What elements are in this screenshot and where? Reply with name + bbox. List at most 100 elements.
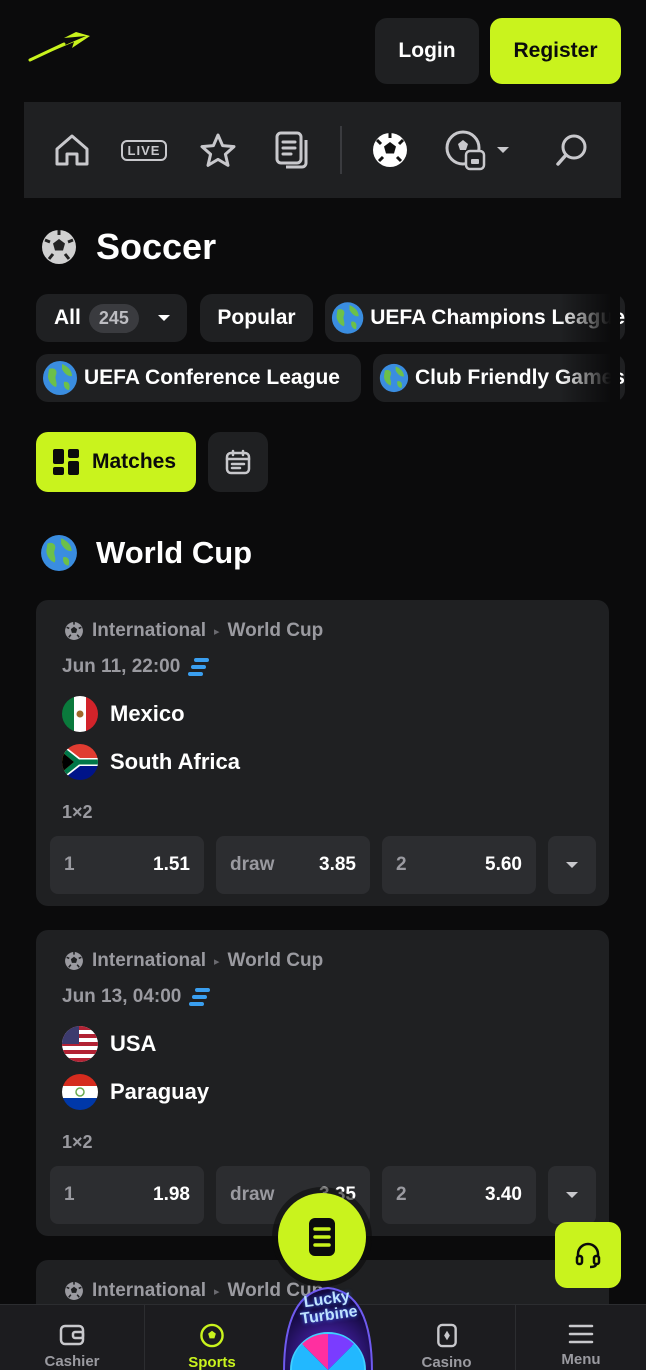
odd-label: 2 <box>396 1184 407 1205</box>
south-africa-flag-icon <box>62 744 98 780</box>
home-team-name: USA <box>110 1031 157 1056</box>
sport-title-row: Soccer <box>40 224 216 270</box>
bottom-nav-label: Casino <box>421 1354 472 1370</box>
paraguay-flag-icon <box>62 1074 98 1110</box>
league-label: UEFA Conference League <box>84 366 340 389</box>
calendar-icon <box>225 449 251 475</box>
bottom-nav-casino[interactable]: Casino <box>378 1305 515 1370</box>
bottom-nav-label: Cashier <box>44 1353 100 1370</box>
competition-header: World Cup <box>40 530 252 576</box>
chevron-down-icon <box>157 315 170 321</box>
sports-nav-bar: LIVE <box>24 102 621 198</box>
betslip-fab-button[interactable] <box>278 1193 366 1281</box>
bottom-nav-label: Menu <box>561 1351 601 1368</box>
header: Login Register <box>0 0 646 102</box>
bottom-nav-sports[interactable]: Sports <box>145 1305 279 1370</box>
stats-icon <box>188 658 210 676</box>
chevron-down-icon <box>566 862 578 868</box>
star-icon[interactable] <box>198 130 238 170</box>
home-icon[interactable] <box>52 130 92 170</box>
soccer-ball-icon <box>65 1282 83 1300</box>
odd-button-home[interactable]: 1 1.98 <box>50 1166 204 1224</box>
home-team-name: Mexico <box>110 701 185 726</box>
match-date: Jun 13, 04:00 <box>62 986 211 1008</box>
live-badge-text: LIVE <box>120 139 168 161</box>
dashboard-icon <box>53 449 79 475</box>
home-team: Mexico <box>62 696 185 732</box>
mexico-flag-icon <box>62 696 98 732</box>
odd-button-away[interactable]: 2 3.40 <box>382 1166 536 1224</box>
breadcrumb-separator-icon: ▸ <box>214 955 220 968</box>
soccer-ball-icon <box>65 622 83 640</box>
filter-all-label: All <box>54 306 81 329</box>
breadcrumb-region: International <box>92 950 207 971</box>
filter-all-chip[interactable]: All 245 <box>36 294 187 342</box>
odd-button-away[interactable]: 2 5.60 <box>382 836 536 894</box>
odd-label: 1 <box>64 1184 75 1205</box>
soccer-ball-icon <box>65 952 83 970</box>
match-card[interactable]: International ▸ World Cup Jun 11, 22:00 … <box>36 600 609 906</box>
stats-icon <box>189 988 211 1006</box>
globe-icon <box>331 302 364 334</box>
usa-flag-icon <box>62 1026 98 1062</box>
nav-divider <box>340 126 342 174</box>
betslip-icon <box>309 1218 335 1256</box>
filter-all-count: 245 <box>88 303 139 333</box>
bottom-nav-menu[interactable]: Menu <box>516 1305 646 1370</box>
chips-fade-overlay <box>560 290 620 410</box>
login-button[interactable]: Login <box>375 18 479 84</box>
match-datetime: Jun 13, 04:00 <box>62 986 182 1007</box>
competition-title: World Cup <box>96 535 253 570</box>
match-datetime: Jun 11, 22:00 <box>62 656 181 677</box>
brand-logo[interactable] <box>24 30 90 66</box>
away-team-name: Paraguay <box>110 1079 210 1104</box>
breadcrumb: International ▸ World Cup <box>64 950 323 972</box>
wallet-icon <box>59 1324 85 1346</box>
odd-value: 1.51 <box>153 854 190 875</box>
breadcrumb-league: World Cup <box>227 620 324 641</box>
odd-button-home[interactable]: 1 1.51 <box>50 836 204 894</box>
search-icon[interactable] <box>552 130 592 170</box>
odd-label: draw <box>230 1184 275 1205</box>
calendar-view-button[interactable] <box>208 432 268 492</box>
breadcrumb-region: International <box>92 620 207 641</box>
odd-label: 2 <box>396 854 407 875</box>
away-team: Paraguay <box>62 1074 209 1110</box>
filter-popular-chip[interactable]: Popular <box>200 294 313 342</box>
breadcrumb-league: World Cup <box>227 950 324 971</box>
soccer-ball-icon <box>42 230 76 264</box>
betslip-icon[interactable] <box>272 130 312 170</box>
filter-league-chip[interactable]: UEFA Conference League <box>36 354 361 402</box>
match-card[interactable]: International ▸ World Cup Jun 13, 04:00 … <box>36 930 609 1236</box>
hamburger-menu-icon <box>568 1324 594 1344</box>
away-team-name: South Africa <box>110 749 240 774</box>
page-title: Soccer <box>96 226 217 267</box>
filter-popular-label: Popular <box>217 306 296 329</box>
odd-value: 1.98 <box>153 1184 190 1205</box>
globe-icon <box>379 363 409 393</box>
breadcrumb-region: International <box>92 1280 207 1301</box>
odd-button-draw[interactable]: draw 3.85 <box>216 836 370 894</box>
odd-value: 3.85 <box>319 854 356 875</box>
matches-view-button[interactable]: Matches <box>36 432 196 492</box>
sports-ball-icon <box>200 1323 224 1348</box>
breadcrumb-separator-icon: ▸ <box>214 1285 220 1298</box>
casino-card-icon <box>436 1323 457 1348</box>
bottom-nav-label: Sports <box>188 1354 236 1370</box>
home-team: USA <box>62 1026 156 1062</box>
match-date: Jun 11, 22:00 <box>62 656 210 678</box>
sports-dropdown-icon[interactable] <box>444 130 522 171</box>
support-chat-button[interactable] <box>555 1222 621 1288</box>
more-markets-button[interactable] <box>548 1166 596 1224</box>
lucky-turbine-promo[interactable]: Lucky Turbine <box>278 1282 378 1370</box>
headset-icon <box>575 1242 601 1269</box>
odd-label: 1 <box>64 854 75 875</box>
matches-view-label: Matches <box>92 450 177 473</box>
live-icon[interactable]: LIVE <box>120 130 168 170</box>
breadcrumb-separator-icon: ▸ <box>214 625 220 638</box>
soccer-icon[interactable] <box>370 130 410 170</box>
bottom-nav-cashier[interactable]: Cashier <box>0 1305 144 1370</box>
more-markets-button[interactable] <box>548 836 596 894</box>
globe-icon <box>43 361 77 395</box>
register-button[interactable]: Register <box>490 18 621 84</box>
